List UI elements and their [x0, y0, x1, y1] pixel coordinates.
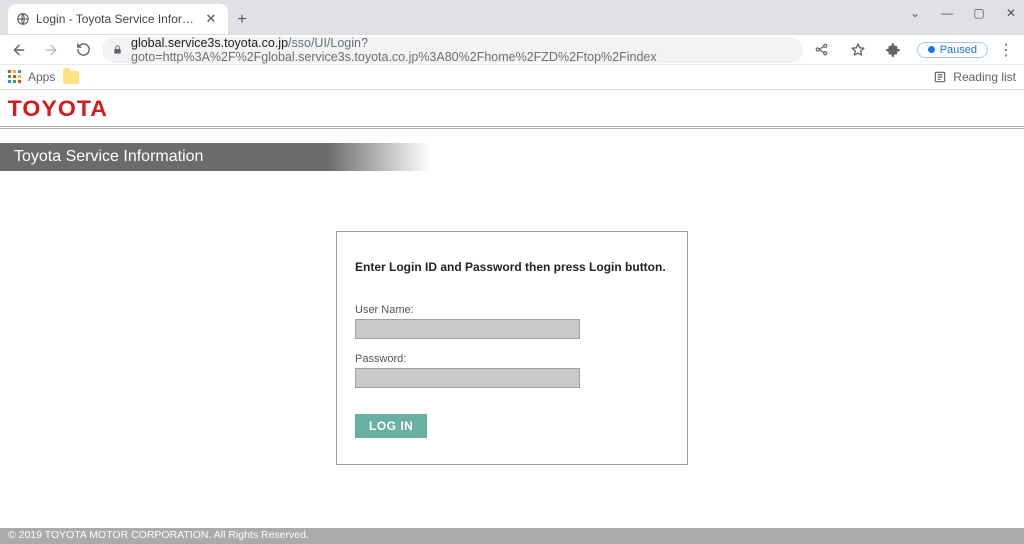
login-form: Enter Login ID and Password then press L… [336, 231, 688, 465]
url-text: global.service3s.toyota.co.jp/sso/UI/Log… [131, 36, 793, 64]
password-input[interactable] [355, 368, 580, 388]
chevron-down-icon[interactable]: ⌄ [908, 6, 922, 20]
brand-header: TOYOTA [0, 90, 1024, 129]
minimize-icon[interactable]: — [940, 6, 954, 20]
page-title-band: Toyota Service Information [0, 143, 1024, 171]
profile-dot-icon [928, 46, 935, 53]
profile-paused-chip[interactable]: Paused [917, 42, 988, 58]
password-label: Password: [355, 353, 669, 365]
footer: © 2019 TOYOTA MOTOR CORPORATION. All Rig… [0, 528, 1024, 544]
menu-icon[interactable]: ⋮ [998, 40, 1014, 60]
tab-title: Login - Toyota Service Informatio [36, 12, 198, 26]
address-bar[interactable]: global.service3s.toyota.co.jp/sso/UI/Log… [102, 37, 803, 63]
maximize-icon[interactable]: ▢ [972, 6, 986, 20]
forward-button[interactable] [38, 37, 64, 63]
bookmark-folder[interactable] [63, 71, 79, 84]
close-icon[interactable]: ✕ [204, 12, 218, 26]
share-icon[interactable] [809, 37, 835, 63]
new-tab-button[interactable]: + [228, 6, 256, 34]
username-input[interactable] [355, 319, 580, 339]
tab-bar: Login - Toyota Service Informatio ✕ + ⌄ … [0, 0, 1024, 34]
window-close-icon[interactable]: ✕ [1004, 6, 1018, 20]
reload-button[interactable] [70, 37, 96, 63]
username-label: User Name: [355, 304, 669, 316]
lock-icon [112, 44, 123, 55]
apps-shortcut[interactable]: Apps [8, 70, 55, 84]
login-instruction: Enter Login ID and Password then press L… [355, 260, 669, 274]
reading-list-button[interactable]: Reading list [933, 70, 1016, 84]
login-button[interactable]: LOG IN [355, 414, 427, 438]
globe-icon [16, 12, 30, 26]
browser-tab[interactable]: Login - Toyota Service Informatio ✕ [8, 4, 228, 34]
page-title: Toyota Service Information [0, 148, 203, 166]
apps-grid-icon [8, 70, 22, 84]
toolbar: global.service3s.toyota.co.jp/sso/UI/Log… [0, 34, 1024, 64]
star-icon[interactable] [845, 37, 871, 63]
extensions-icon[interactable] [881, 37, 907, 63]
toyota-logo: TOYOTA [8, 96, 108, 122]
back-button[interactable] [6, 37, 32, 63]
bookmarks-bar: Apps Reading list [0, 64, 1024, 90]
